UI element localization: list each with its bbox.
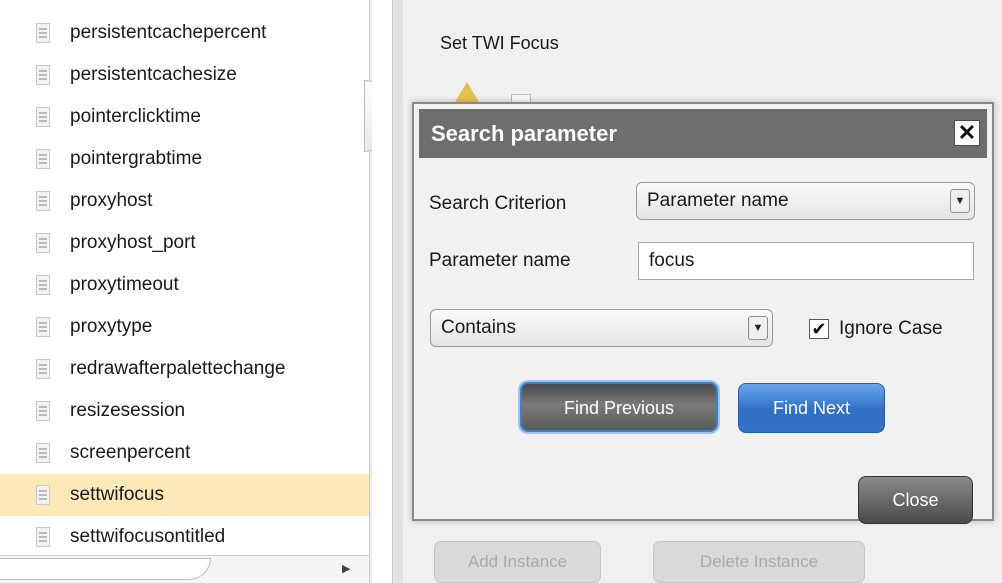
document-icon [36,275,50,295]
tree-item-label: resizesession [70,400,186,421]
tree-item[interactable]: persistentcachesize [0,54,372,96]
tree-item-label: persistentcachesize [70,64,237,85]
vertical-scrollbar[interactable]: ▼ [364,0,372,583]
tree-item-label: screenpercent [70,442,191,463]
tree-item-label: proxytimeout [70,274,179,295]
document-icon [36,401,50,421]
tree-item[interactable]: resizesession [0,390,372,432]
parameter-name-label: Parameter name [429,250,571,271]
document-icon [36,149,50,169]
tree-item-label: settwifocus [70,484,164,505]
dialog-title: Search parameter [431,121,617,146]
horizontal-scrollbar[interactable]: ▶ [0,555,369,583]
ignore-case-checkbox[interactable]: ✔ [809,319,829,339]
search-parameter-dialog: Search parameter ✕ Search Criterion Para… [412,102,994,524]
ignore-case-label[interactable]: Ignore Case [839,318,943,340]
document-icon [36,317,50,337]
document-icon [36,23,50,43]
warning-icon [455,82,479,102]
document-icon [36,65,50,85]
tree-item-label: settwifocusontitled [70,526,226,547]
parameter-name-input[interactable] [638,242,974,280]
vertical-scroll-thumb[interactable] [364,80,372,152]
document-icon [36,443,50,463]
tree-item[interactable]: screenpercent [0,432,372,474]
search-criterion-select[interactable]: Parameter name ▼ [636,182,975,220]
search-criterion-value: Parameter name [647,190,789,211]
tree-item[interactable]: settwifocus [0,474,372,516]
dropdown-arrow-icon[interactable]: ▼ [950,189,970,213]
match-mode-value: Contains [441,317,516,338]
tree-item[interactable]: pointergrabtime [0,138,372,180]
tree-item[interactable]: settwifocusontitled [0,516,372,558]
document-icon [36,359,50,379]
tree-item-label: proxyhost_port [70,232,196,253]
parameter-tree: persistentcachepercent persistentcachesiz… [0,0,372,583]
tree-item[interactable]: proxytype [0,306,372,348]
tree-item[interactable]: redrawafterpalettechange [0,348,372,390]
scroll-right-arrow-icon[interactable]: ▶ [342,562,350,575]
tree-item-label: proxytype [70,316,153,337]
find-previous-button[interactable]: Find Previous [520,382,718,432]
dialog-titlebar[interactable]: Search parameter ✕ [419,109,987,158]
tree-item-label: pointergrabtime [70,148,203,169]
tree-item[interactable]: proxytimeout [0,264,372,306]
tree-item-label: persistentcachepercent [70,22,267,43]
tree-item[interactable]: proxyhost [0,180,372,222]
find-next-button[interactable]: Find Next [738,383,885,433]
tree-item[interactable]: pointerclicktime [0,96,372,138]
match-mode-select[interactable]: Contains ▼ [430,309,773,347]
add-instance-button[interactable]: Add Instance [434,541,601,583]
dropdown-arrow-icon[interactable]: ▼ [748,316,768,340]
close-button[interactable]: Close [858,476,973,524]
tree-item-label: proxyhost [70,190,153,211]
tree-item[interactable]: proxyhost_port [0,222,372,264]
tree-item-label: pointerclicktime [70,106,201,127]
search-criterion-label: Search Criterion [429,193,567,214]
document-icon [36,233,50,253]
parameter-heading: Set TWI Focus [440,33,559,53]
close-icon[interactable]: ✕ [954,120,980,146]
document-icon [36,485,50,505]
document-icon [36,527,50,547]
tree-item[interactable]: persistentcachepercent [0,12,372,54]
document-icon [36,107,50,127]
document-icon [36,191,50,211]
delete-instance-button[interactable]: Delete Instance [653,541,865,583]
tree-item-label: redrawafterpalettechange [70,358,286,379]
horizontal-scroll-thumb[interactable] [0,558,211,580]
